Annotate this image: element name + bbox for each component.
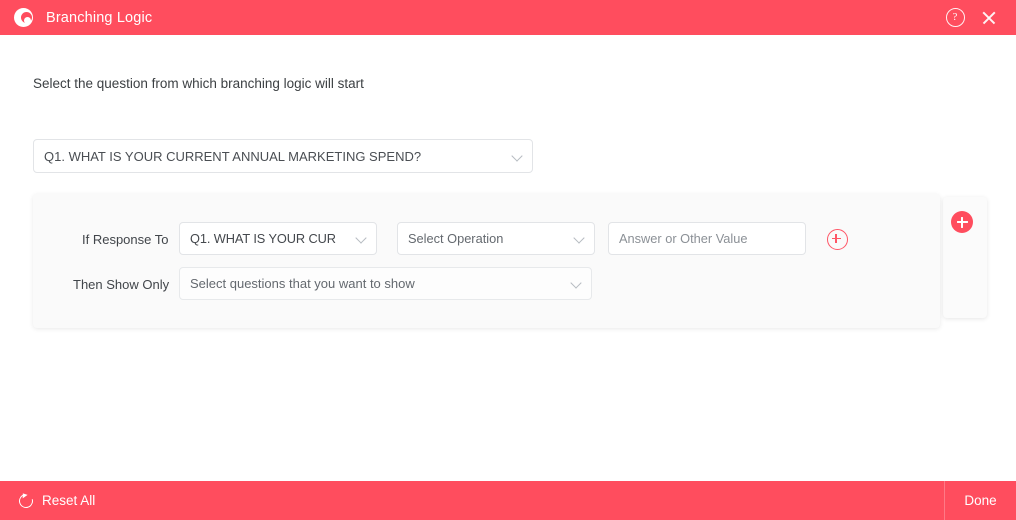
help-icon: ? (945, 8, 965, 27)
chevron-down-icon (574, 233, 585, 244)
chevron-down-icon (356, 233, 367, 244)
branching-rule-card: If Response To Q1. WHAT IS YOUR CUR Sele… (33, 194, 940, 328)
if-response-question-select[interactable]: Q1. WHAT IS YOUR CUR (179, 222, 377, 255)
chevron-down-icon (512, 151, 523, 162)
window-titlebar: Branching Logic ? (0, 0, 1016, 35)
circle-plus-solid-icon[interactable] (951, 211, 973, 233)
operation-select-value: Select Operation (408, 231, 504, 246)
then-show-questions-select[interactable]: Select questions that you want to show (179, 267, 592, 300)
then-show-only-label: Then Show Only (73, 277, 170, 292)
done-button[interactable]: Done (945, 481, 1016, 520)
root-question-select-value: Q1. WHAT IS YOUR CURRENT ANNUAL MARKETIN… (44, 148, 422, 164)
add-rule-card[interactable] (943, 197, 987, 318)
reset-icon (16, 490, 36, 511)
operation-select[interactable]: Select Operation (397, 222, 595, 255)
circle-plus-outline-icon[interactable] (827, 229, 848, 250)
window-title: Branching Logic (46, 9, 153, 26)
dialog-footer: Reset All Done (0, 481, 1016, 520)
c-logo-icon (14, 8, 33, 27)
answer-value-input[interactable] (608, 222, 806, 255)
close-icon (981, 10, 997, 26)
root-question-select[interactable]: Q1. WHAT IS YOUR CURRENT ANNUAL MARKETIN… (33, 139, 533, 173)
if-response-to-label: If Response To (82, 232, 169, 247)
then-show-questions-value: Select questions that you want to show (190, 276, 415, 291)
close-button[interactable] (972, 1, 1006, 35)
page-title: Select the question from which branching… (33, 76, 364, 91)
chevron-down-icon (571, 278, 582, 289)
help-button[interactable]: ? (938, 1, 972, 35)
reset-all-label: Reset All (42, 493, 96, 508)
reset-all-button[interactable]: Reset All (16, 490, 96, 511)
dialog-content: Select the question from which branching… (0, 35, 1016, 481)
if-response-question-value: Q1. WHAT IS YOUR CUR (190, 231, 336, 246)
